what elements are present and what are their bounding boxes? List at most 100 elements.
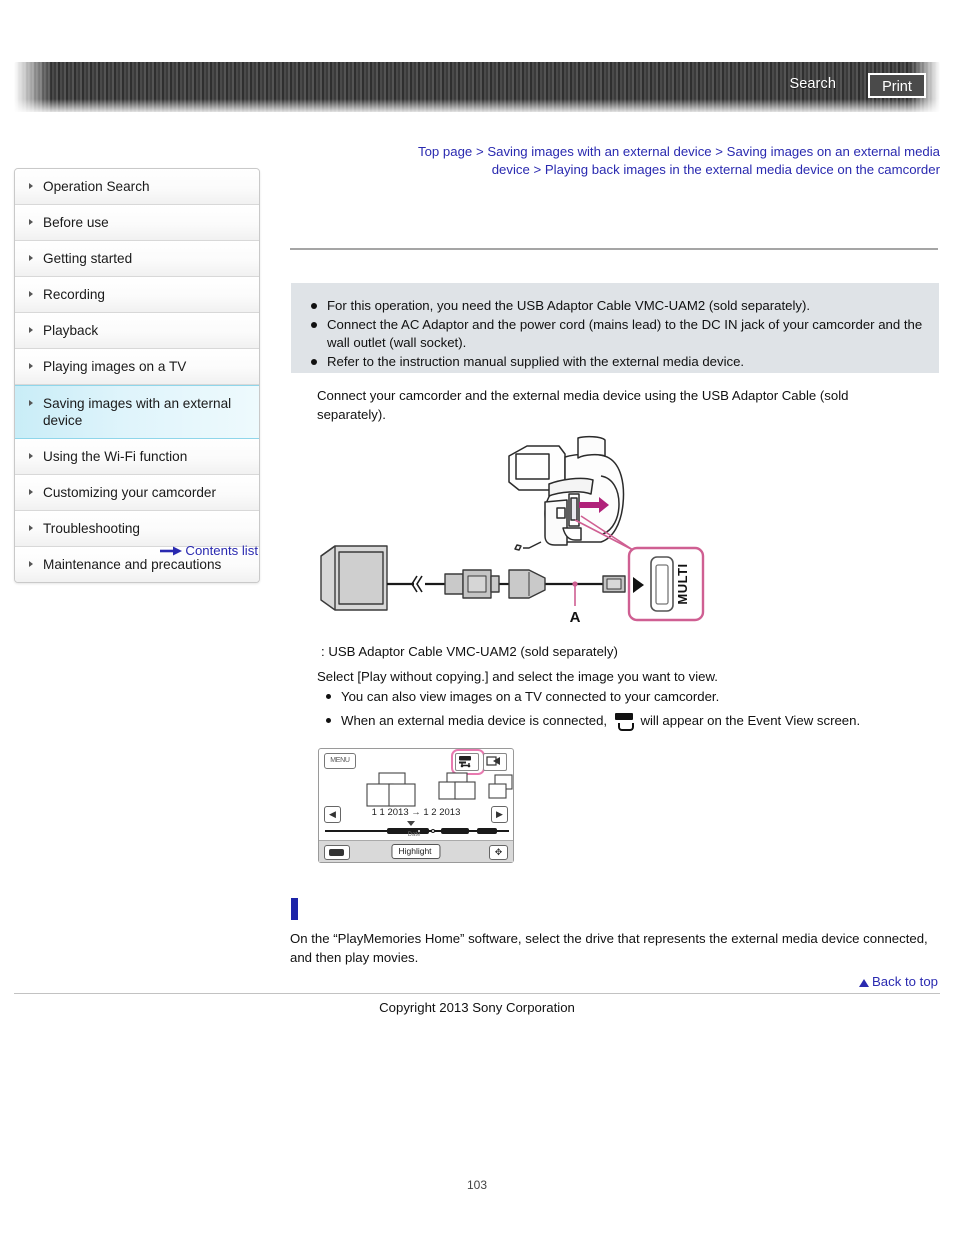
usb-hook-shape [617, 723, 634, 731]
sidebar-item-label: Playback [43, 323, 99, 338]
sub-bullet-list: You can also view images on a TV connect… [321, 685, 921, 733]
bullet-dot-icon [311, 358, 317, 365]
sidebar-item-label: Maintenance and precautions [43, 557, 222, 572]
sidebar-item-label: Using the Wi-Fi function [43, 449, 188, 464]
film-shape [329, 849, 344, 856]
callout-a-label: A [570, 609, 581, 626]
breadcrumb-item-0[interactable]: Top page [418, 144, 472, 159]
sidebar-item-label: Customizing your camcorder [43, 485, 217, 500]
plug-end [602, 575, 626, 593]
connection-diagram: MULTI A [313, 432, 723, 637]
sidebar-item-label: Getting started [43, 251, 133, 266]
bullet-dot-icon [326, 718, 331, 723]
timeline-marker-icon [407, 821, 415, 826]
notice-bullet: For this operation, you need the USB Ada… [311, 297, 923, 316]
sidebar-item-label: Recording [43, 287, 105, 302]
chevron-right-icon [29, 183, 33, 189]
copyright-text: Copyright 2013 Sony Corporation [379, 1000, 575, 1015]
contents-list-link-wrap: Contents list [14, 543, 258, 559]
sub-bullet-text-pre: When an external media device is connect… [341, 713, 608, 728]
chevron-right-icon [29, 219, 33, 225]
timeline-label: Date [407, 832, 421, 838]
usb-a-connector [444, 569, 500, 599]
breadcrumb-separator: > [475, 144, 484, 159]
sidebar-item-before-use[interactable]: Before use [15, 205, 259, 241]
sidebar-item-label: Troubleshooting [43, 521, 140, 536]
sub-bullet-external-media-indicator: When an external media device is connect… [321, 709, 921, 733]
chevron-right-icon [29, 561, 33, 567]
chevron-right-icon [29, 489, 33, 495]
breadcrumb-item-3[interactable]: Playing back images in the external medi… [545, 162, 940, 177]
bullet-dot-icon [326, 694, 331, 699]
chevron-right-icon [29, 327, 33, 333]
breadcrumb: Top page > Saving images with an externa… [380, 143, 940, 178]
notice-bullet-text: Refer to the instruction manual supplied… [327, 353, 745, 369]
notice-bullet: Refer to the instruction manual supplied… [311, 353, 923, 372]
notice-bullet-text: Connect the AC Adaptor and the power cor… [327, 316, 923, 351]
timeline-dot [453, 829, 456, 832]
print-button[interactable]: Print [868, 73, 926, 98]
sidebar-item-recording[interactable]: Recording [15, 277, 259, 313]
bullet-dot-icon [311, 321, 317, 328]
sidebar-item-label: Operation Search [43, 179, 150, 194]
chevron-right-icon [29, 255, 33, 261]
share-icon [483, 753, 507, 771]
chevron-right-icon [29, 525, 33, 531]
chevron-right-icon [29, 291, 33, 297]
sidebar-item-label: Before use [43, 215, 109, 230]
sidebar-item-playback[interactable]: Playback [15, 313, 259, 349]
breadcrumb-separator: > [715, 144, 723, 159]
cable-caption-text: : USB Adaptor Cable VMC-UAM2 (sold separ… [321, 644, 618, 659]
external-media-device-illustration [320, 545, 388, 611]
sidebar-item-getting-started[interactable]: Getting started [15, 241, 259, 277]
site-header-bar: Search Print [14, 62, 940, 112]
contents-list-link[interactable]: Contents list [185, 543, 258, 558]
sub-bullet-text: You can also view images on a TV connect… [341, 689, 720, 704]
highlight-button: Highlight [391, 844, 441, 859]
event-date-range: 1 1 2013 → 1 2 2013 [371, 807, 461, 818]
timeline-dot [485, 829, 488, 832]
map-view-icon: ✥ [489, 845, 508, 860]
step-select-text: Select [Play without copying.] and selec… [317, 669, 718, 684]
chevron-right-icon [29, 363, 33, 369]
sub-bullet-view-on-tv: You can also view images on a TV connect… [321, 685, 921, 709]
chevron-right-icon [29, 453, 33, 459]
back-to-top-link[interactable]: Back to top [859, 974, 938, 989]
event-view-screen-illustration: MENU ◀ ▶ 1 1 2013 → 1 2 2013 Date Highli… [318, 748, 514, 863]
sidebar-item-saving-images-with-an-external-device[interactable]: Saving images with an external device [15, 385, 259, 439]
bullet-dot-icon [311, 303, 317, 309]
content-divider [290, 248, 938, 250]
sub-bullet-text-post: will appear on the Event View screen. [640, 713, 861, 728]
external-media-device-icon [614, 713, 634, 731]
arrow-right-icon [160, 544, 183, 559]
sidebar-nav: Operation Search Before use Getting star… [14, 168, 260, 583]
sidebar-item-label: Playing images on a TV [43, 359, 187, 374]
step-marker-bar [291, 898, 298, 920]
header-fade-left [14, 62, 52, 112]
movie-mode-icon [324, 845, 350, 860]
menu-button-icon: MENU [324, 753, 356, 769]
breadcrumb-item-1[interactable]: Saving images with an external device [487, 144, 711, 159]
notice-bullet: Connect the AC Adaptor and the power cor… [311, 316, 923, 353]
sidebar-item-playing-images-on-a-tv[interactable]: Playing images on a TV [15, 349, 259, 385]
breadcrumb-separator: > [533, 161, 542, 177]
back-to-top-label: Back to top [872, 974, 938, 989]
chevron-right-icon [29, 400, 33, 406]
search-link[interactable]: Search [789, 76, 836, 92]
triangle-up-icon [859, 979, 870, 987]
sidebar-item-customizing-your-camcorder[interactable]: Customizing your camcorder [15, 475, 259, 511]
playmemories-home-text: On the “PlayMemories Home” software, sel… [290, 931, 928, 965]
sidebar-item-label: Saving images with an external device [43, 396, 232, 428]
media-slab-shape [614, 713, 633, 720]
sidebar-item-using-the-wifi-function[interactable]: Using the Wi-Fi function [15, 439, 259, 475]
notice-bullet-text: For this operation, you need the USB Ada… [327, 298, 811, 313]
page-number: 103 [466, 1178, 488, 1192]
external-media-status-icon [455, 753, 479, 771]
notice-bullet-list: For this operation, you need the USB Ada… [291, 283, 939, 371]
sidebar-item-troubleshooting[interactable]: Troubleshooting [15, 511, 259, 547]
multi-connector [508, 569, 546, 599]
cable-callout-a: A [570, 581, 581, 626]
step-connect-text: Connect your camcorder and the external … [317, 388, 849, 422]
sidebar-item-operation-search[interactable]: Operation Search [15, 169, 259, 205]
multi-port-label: MULTI [675, 563, 690, 604]
